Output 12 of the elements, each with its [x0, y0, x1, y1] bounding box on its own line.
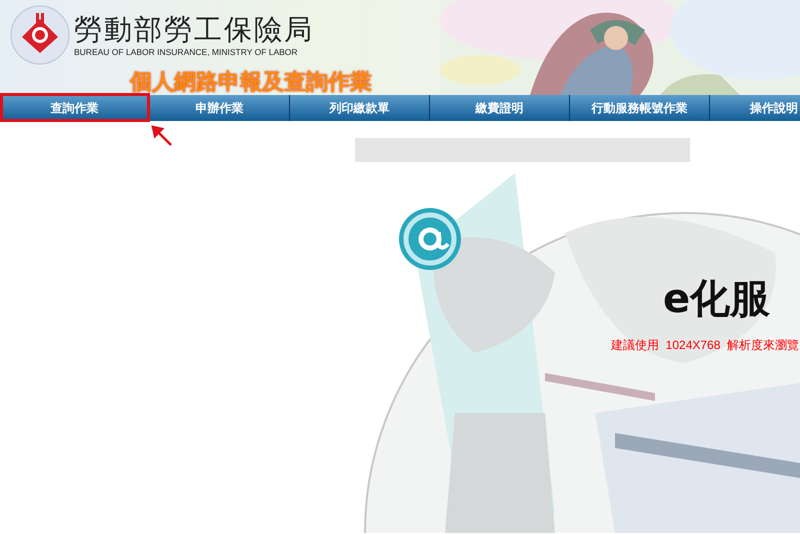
nav-tab[interactable]: 操作說明	[710, 95, 800, 121]
nav-tab[interactable]: 申辦作業	[150, 95, 290, 121]
nav-tab[interactable]: 行動服務帳號作業	[570, 95, 710, 121]
service-title: 個人網路申報及查詢作業	[130, 69, 373, 97]
nav-tab[interactable]: 列印繳款單	[290, 95, 430, 121]
nav-tab[interactable]: 繳費證明	[430, 95, 570, 121]
logo-icon	[10, 5, 70, 65]
banner-title: e化服	[663, 275, 770, 324]
agency-english-name: BUREAU OF LABOR INSURANCE, MINISTRY OF LABOR	[74, 47, 299, 57]
resolution-notice: 建議使用 1024X768 解析度來瀏覽	[611, 337, 800, 354]
at-sign-icon	[397, 206, 463, 272]
agency-name: 勞動部勞工保險局	[74, 13, 314, 47]
